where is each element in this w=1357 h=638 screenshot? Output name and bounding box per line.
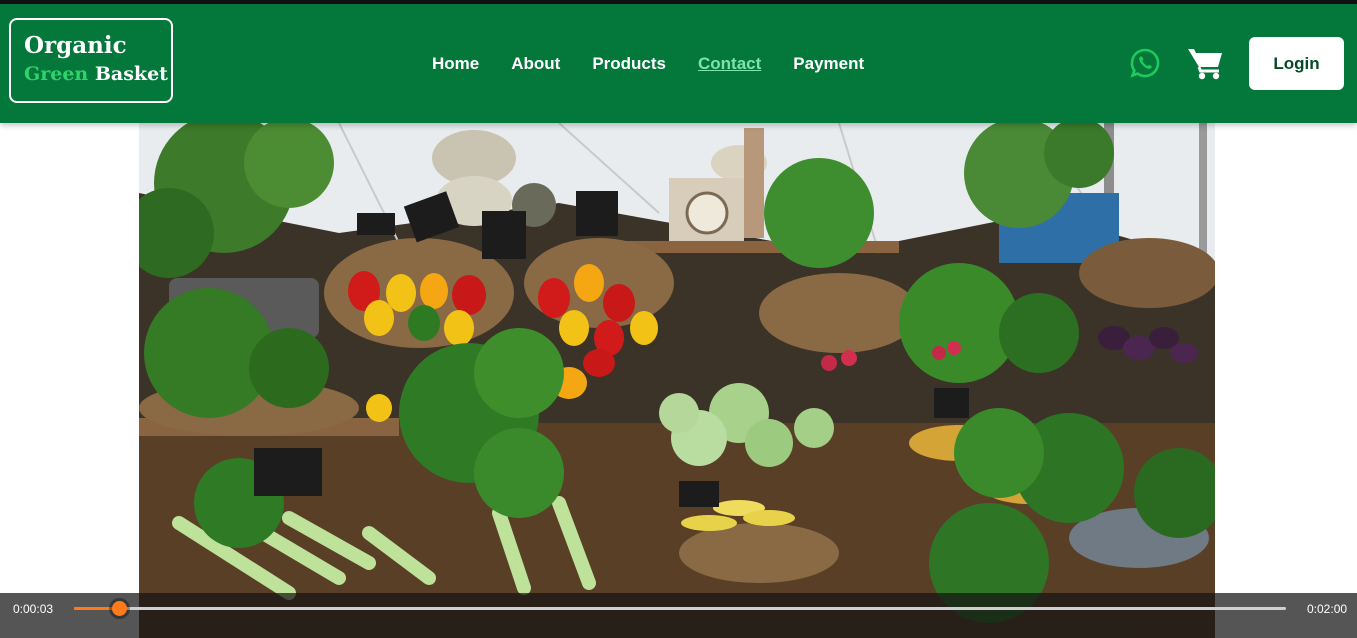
logo[interactable]: Organic Green Basket xyxy=(9,18,173,103)
video-controls: 0:00:03 0:02:00 xyxy=(0,593,1357,638)
logo-line-1: Organic xyxy=(24,32,127,59)
logo-basket-word: Basket xyxy=(94,63,168,85)
current-time: 0:00:03 xyxy=(13,602,54,616)
progress-knob[interactable] xyxy=(111,601,127,616)
duration: 0:02:00 xyxy=(1307,602,1348,616)
cart-icon[interactable] xyxy=(1186,45,1226,81)
logo-line-2: Green Basket xyxy=(24,60,171,88)
progress-track[interactable] xyxy=(74,601,1286,616)
nav-contact[interactable]: Contact xyxy=(698,52,761,78)
market-video-frame xyxy=(139,123,1215,638)
navbar: Organic Green Basket Home About Products… xyxy=(0,4,1357,123)
whatsapp-icon[interactable] xyxy=(1129,47,1161,79)
nav-home[interactable]: Home xyxy=(432,52,479,78)
video-player[interactable] xyxy=(139,123,1215,638)
login-button[interactable]: Login xyxy=(1249,37,1344,90)
nav-products[interactable]: Products xyxy=(592,52,666,78)
nav-about[interactable]: About xyxy=(511,52,560,78)
nav-payment[interactable]: Payment xyxy=(793,52,864,78)
logo-green-word: Green xyxy=(24,63,89,85)
main-nav: Home About Products Contact Payment xyxy=(432,52,896,78)
